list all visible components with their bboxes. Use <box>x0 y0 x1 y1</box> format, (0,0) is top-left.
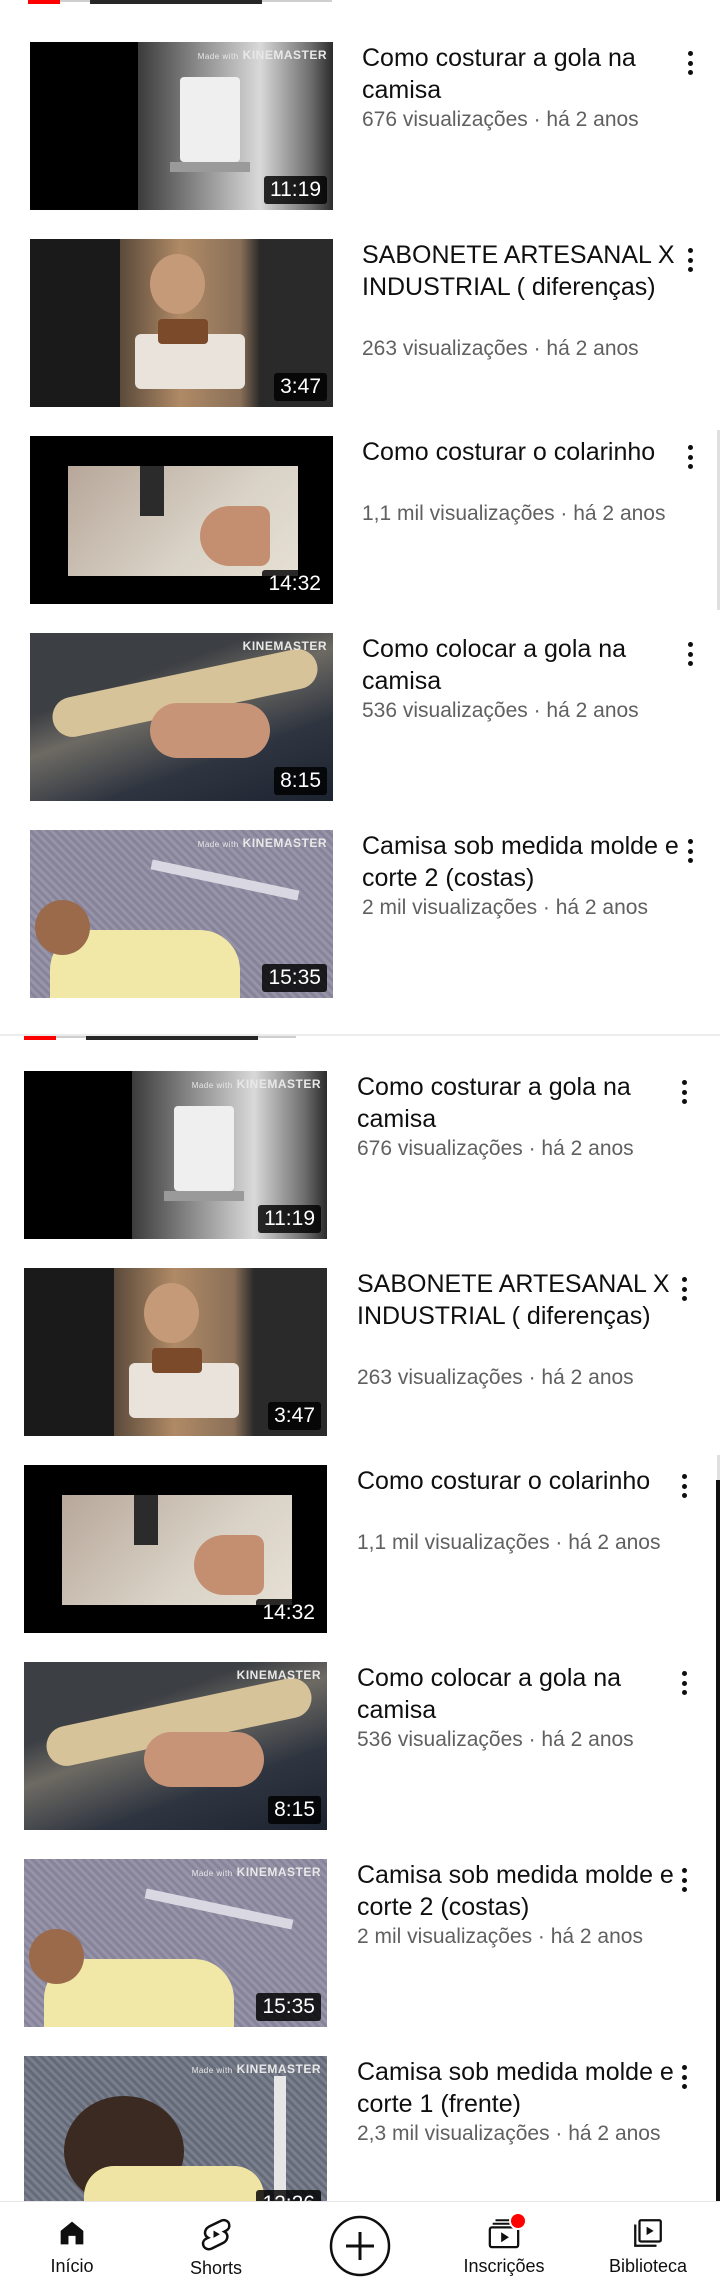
video-meta: 263 visualizações · há 2 anos <box>357 1366 634 1389</box>
video-item[interactable]: 14:32 Como costurar o colarinho 1,1 mil … <box>0 436 720 633</box>
video-meta: 2,3 mil visualizações · há 2 anos <box>357 2122 661 2145</box>
video-title[interactable]: Como colocar a gola na camisa <box>357 1662 687 1726</box>
video-meta: 536 visualizações · há 2 anos <box>362 699 639 722</box>
more-options-icon[interactable] <box>674 1274 694 1304</box>
more-options-icon[interactable] <box>680 442 700 472</box>
more-options-icon[interactable] <box>680 836 700 866</box>
video-duration: 3:47 <box>274 373 327 401</box>
more-options-icon[interactable] <box>674 1077 694 1107</box>
video-item[interactable]: 3:47 SABONETE ARTESANAL X INDUSTRIAL ( d… <box>0 1268 720 1465</box>
video-meta: 2 mil visualizações · há 2 anos <box>357 1925 643 1948</box>
video-thumbnail[interactable]: Made with KINEMASTER 11:19 <box>30 42 333 210</box>
nav-shorts[interactable]: Shorts <box>144 2202 288 2295</box>
video-title[interactable]: Camisa sob medida molde e corte 2 (costa… <box>357 1859 687 1923</box>
video-meta: 676 visualizações · há 2 anos <box>357 1137 634 1160</box>
home-icon <box>60 2221 84 2245</box>
video-item[interactable]: KINEMASTER 8:15 Como colocar a gola na c… <box>0 633 720 830</box>
video-duration: 14:32 <box>262 570 327 598</box>
watermark: Made with KINEMASTER <box>191 1865 321 1879</box>
nav-home[interactable]: Início <box>0 2202 144 2295</box>
more-options-icon[interactable] <box>680 639 700 669</box>
more-options-icon[interactable] <box>680 48 700 78</box>
video-duration: 8:15 <box>274 767 327 795</box>
watermark: Made with KINEMASTER <box>191 2062 321 2076</box>
video-meta: 2 mil visualizações · há 2 anos <box>362 896 648 919</box>
video-thumbnail[interactable]: Made withKINEMASTER 12:26 <box>24 2056 327 2224</box>
video-meta: 263 visualizações · há 2 anos <box>362 337 639 360</box>
watermark: KINEMASTER <box>242 639 327 653</box>
video-duration: 11:19 <box>264 176 327 204</box>
video-feed-top: Made with KINEMASTER 11:19 Como costurar … <box>0 0 720 1027</box>
video-duration: 3:47 <box>268 1402 321 1430</box>
video-duration: 8:15 <box>268 1796 321 1824</box>
video-item[interactable]: 14:32 Como costurar o colarinho 1,1 mil … <box>0 1465 720 1662</box>
video-title[interactable]: Como costurar a gola na camisa <box>362 42 692 106</box>
nav-label: Biblioteca <box>608 2256 688 2276</box>
video-duration: 15:35 <box>256 1993 321 2021</box>
video-meta: 676 visualizações · há 2 anos <box>362 108 639 131</box>
video-thumbnail[interactable]: Made with KINEMASTER 15:35 <box>24 1859 327 2027</box>
nav-subscriptions[interactable]: Inscrições <box>432 2202 576 2295</box>
progress-played <box>28 0 60 4</box>
watermark: KINEMASTER <box>236 1668 321 1682</box>
video-thumbnail[interactable]: 14:32 <box>24 1465 327 1633</box>
video-thumbnail[interactable]: KINEMASTER 8:15 <box>24 1662 327 1830</box>
video-item[interactable]: Made with KINEMASTER 15:35 Camisa sob med… <box>0 830 720 1027</box>
video-item[interactable]: Made with KINEMASTER 11:19 Como costurar … <box>0 1071 720 1268</box>
video-item[interactable]: 3:47 SABONETE ARTESANAL X INDUSTRIAL ( d… <box>0 239 720 436</box>
video-duration: 14:32 <box>256 1599 321 1627</box>
watermark: Made with KINEMASTER <box>197 48 327 62</box>
nav-library[interactable]: Biblioteca <box>576 2202 720 2295</box>
video-meta: 1,1 mil visualizações · há 2 anos <box>362 502 666 525</box>
video-title[interactable]: Camisa sob medida molde e corte 1 (frent… <box>357 2056 687 2120</box>
video-title[interactable]: SABONETE ARTESANAL X INDUSTRIAL ( difere… <box>357 1268 687 1332</box>
video-thumbnail[interactable]: 3:47 <box>24 1268 327 1436</box>
nav-label: Início <box>50 2256 94 2276</box>
more-options-icon[interactable] <box>674 1865 694 1895</box>
video-item[interactable]: Made with KINEMASTER 15:35 Camisa sob med… <box>0 1859 720 2056</box>
video-feed-bottom: Made with KINEMASTER 11:19 Como costurar … <box>0 1036 720 2253</box>
progress-played <box>24 1036 56 1040</box>
scroll-progress-strip <box>0 0 720 10</box>
video-meta: 536 visualizações · há 2 anos <box>357 1728 634 1751</box>
more-options-icon[interactable] <box>674 2062 694 2092</box>
watermark: Made with KINEMASTER <box>197 836 327 850</box>
video-title[interactable]: Como costurar a gola na camisa <box>357 1071 687 1135</box>
video-duration: 15:35 <box>262 964 327 992</box>
shorts-icon <box>201 2218 231 2251</box>
video-title[interactable]: Como costurar o colarinho <box>362 436 692 468</box>
more-options-icon[interactable] <box>674 1471 694 1501</box>
video-thumbnail[interactable]: 14:32 <box>30 436 333 604</box>
more-options-icon[interactable] <box>674 1668 694 1698</box>
create-icon <box>329 2215 391 2277</box>
scroll-progress-strip <box>0 1036 720 1046</box>
video-item[interactable]: KINEMASTER 8:15 Como colocar a gola na c… <box>0 1662 720 1859</box>
progress-buffer <box>86 1036 258 1040</box>
watermark: Made with KINEMASTER <box>191 1077 321 1091</box>
video-meta: 1,1 mil visualizações · há 2 anos <box>357 1531 661 1554</box>
progress-buffer <box>90 0 262 4</box>
video-title[interactable]: Como costurar o colarinho <box>357 1465 687 1497</box>
video-title[interactable]: Como colocar a gola na camisa <box>362 633 692 697</box>
bottom-navigation: Início Shorts Inscrições Biblioteca <box>0 2201 720 2295</box>
video-thumbnail[interactable]: Made with KINEMASTER 11:19 <box>24 1071 327 1239</box>
nav-create[interactable] <box>288 2202 432 2295</box>
video-duration: 11:19 <box>258 1205 321 1233</box>
video-thumbnail[interactable]: Made with KINEMASTER 15:35 <box>30 830 333 998</box>
more-options-icon[interactable] <box>680 245 700 275</box>
video-title[interactable]: Camisa sob medida molde e corte 2 (costa… <box>362 830 692 894</box>
scrollbar-thumb[interactable] <box>716 1480 720 2240</box>
notification-badge <box>509 2212 527 2230</box>
video-thumbnail[interactable]: 3:47 <box>30 239 333 407</box>
library-icon <box>634 2219 662 2247</box>
nav-label: Inscrições <box>463 2256 545 2276</box>
video-thumbnail[interactable]: KINEMASTER 8:15 <box>30 633 333 801</box>
nav-label: Shorts <box>189 2258 243 2278</box>
video-title[interactable]: SABONETE ARTESANAL X INDUSTRIAL ( difere… <box>362 239 692 303</box>
video-item[interactable]: Made with KINEMASTER 11:19 Como costurar … <box>0 42 720 239</box>
